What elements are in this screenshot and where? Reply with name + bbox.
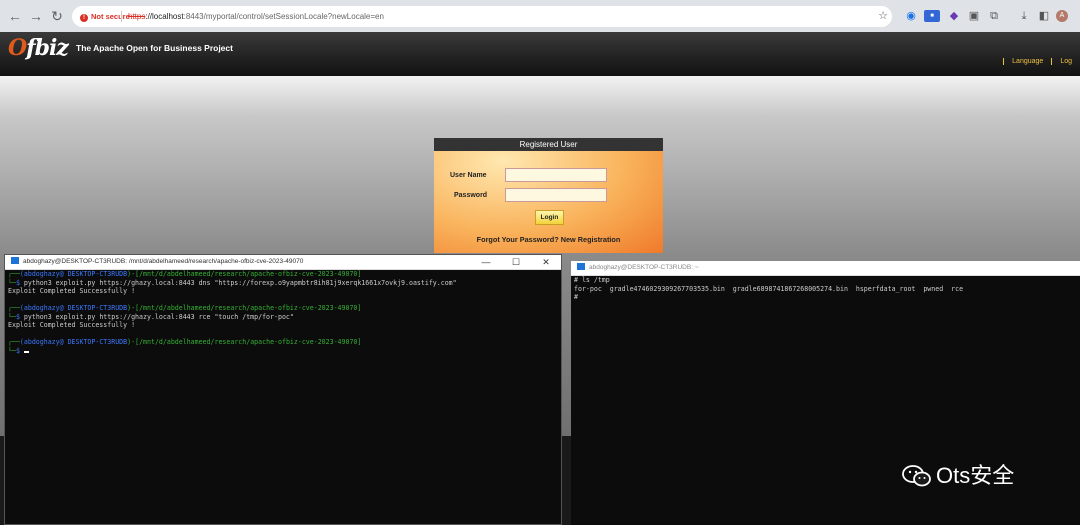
forgot-password-link[interactable]: Forgot Your Password? New Registration	[434, 235, 663, 244]
command-line: python3 exploit.py https://ghazy.local:8…	[23, 312, 294, 321]
password-input[interactable]	[505, 188, 607, 202]
not-secure-badge[interactable]: ! Not secure	[80, 6, 130, 27]
url-host: ://localhost	[145, 12, 184, 21]
login-button[interactable]: Login	[535, 210, 564, 225]
url-scheme: https	[128, 12, 146, 21]
wechat-logo-icon	[902, 465, 931, 487]
not-secure-label: Not secure	[91, 12, 130, 21]
sidepanel-icon[interactable]: ◧	[1038, 10, 1050, 22]
close-icon[interactable]: ✕	[531, 255, 561, 269]
terminal-output: ┌──(abdoghazy@ DESKTOP-CT3RUDB)-[/mnt/d/…	[8, 270, 457, 355]
warning-icon: !	[80, 14, 88, 22]
prompt-host: DESKTOP-CT3RUDB	[63, 270, 128, 278]
logo-rest: fbiz	[26, 35, 69, 61]
terminal-icon	[577, 263, 585, 270]
watermark-text: Ots安全	[936, 463, 1015, 488]
password-label: Password	[454, 192, 488, 199]
output-line: Exploit Completed Successfully !	[8, 287, 136, 295]
prompt-host: DESKTOP-CT3RUDB	[63, 338, 128, 346]
ofbiz-logo[interactable]: Ofbiz	[8, 35, 69, 61]
terminal-title-right: abdoghazy@DESKTOP-CT3RUDB: ~	[589, 264, 699, 271]
terminal-icon	[11, 257, 19, 264]
prompt-host: DESKTOP-CT3RUDB	[63, 304, 128, 312]
command-line: # ls /tmp	[574, 276, 610, 284]
username-input[interactable]	[505, 168, 607, 182]
minimize-icon[interactable]: —	[471, 255, 501, 269]
forward-icon[interactable]: →	[27, 7, 45, 25]
reload-icon[interactable]: ↻	[48, 7, 66, 25]
extension-icon-2[interactable]: ◆	[948, 10, 960, 22]
extension-icon[interactable]: ◉	[905, 10, 917, 22]
prompt-user: (abdoghazy	[19, 338, 60, 346]
extension-icon-3[interactable]: ▣	[968, 10, 980, 22]
extensions-puzzle-icon[interactable]: ⧉	[988, 10, 1000, 22]
header-links: Language Log	[1003, 58, 1080, 65]
prompt-path: [/mnt/d/abdelhameed/research/apache-ofbi…	[135, 304, 362, 312]
login-title: Registered User	[434, 138, 663, 151]
terminal-titlebar[interactable]: abdoghazy@DESKTOP-CT3RUDB: /mnt/d/abdelh…	[5, 255, 561, 270]
back-icon[interactable]: ←	[6, 7, 24, 25]
ofbiz-header: Ofbiz The Apache Open for Business Proje…	[0, 32, 1080, 76]
logo-prefix: O	[8, 35, 27, 61]
command-line: python3 exploit.py https://ghazy.local:8…	[23, 278, 457, 287]
terminal-titlebar-right[interactable]: abdoghazy@DESKTOP-CT3RUDB: ~	[571, 261, 1080, 276]
window-controls: — ☐ ✕	[471, 255, 561, 269]
address-bar[interactable]: ! Not secure https://localhost:8443/mypor…	[72, 6, 892, 27]
url-path: :8443/myportal/control/setSessionLocale?…	[183, 12, 384, 21]
username-label: User Name	[450, 172, 487, 179]
download-icon[interactable]: ⤓	[1018, 10, 1030, 22]
prompt-path: [/mnt/d/abdelhameed/research/apache-ofbi…	[135, 270, 362, 278]
terminal-window-left[interactable]: abdoghazy@DESKTOP-CT3RUDB: /mnt/d/abdelh…	[4, 254, 562, 525]
terminal-output-right: # ls /tmp for-poc gradle4746029309267703…	[574, 276, 1077, 302]
login-link[interactable]: Log	[1051, 58, 1080, 65]
prompt-path: [/mnt/d/abdelhameed/research/apache-ofbi…	[135, 338, 362, 346]
terminal-cursor	[23, 350, 29, 353]
prompt-user: (abdoghazy	[19, 304, 60, 312]
ofbiz-tagline: The Apache Open for Business Project	[76, 43, 233, 53]
divider	[121, 11, 122, 22]
url-text: https://localhost:8443/myportal/control/…	[128, 6, 384, 27]
maximize-icon[interactable]: ☐	[501, 255, 531, 269]
extension-badge-icon[interactable]: ■	[924, 10, 940, 22]
ls-listing: for-poc gradle4746029309267703535.bin gr…	[574, 284, 964, 293]
output-line: Exploit Completed Successfully !	[8, 321, 136, 329]
prompt-user: (abdoghazy	[19, 270, 60, 278]
browser-toolbar: ← → ↻ ! Not secure https://localhost:8443…	[0, 0, 1080, 33]
bookmark-star-icon[interactable]: ☆	[877, 10, 889, 22]
login-box: Registered User User Name Password Login…	[434, 138, 663, 253]
root-prompt: #	[574, 293, 578, 301]
watermark: Ots安全	[902, 458, 1014, 490]
terminal-title: abdoghazy@DESKTOP-CT3RUDB: /mnt/d/abdelh…	[23, 258, 304, 265]
profile-avatar-icon[interactable]: A	[1056, 10, 1068, 22]
language-link[interactable]: Language	[1003, 58, 1051, 65]
